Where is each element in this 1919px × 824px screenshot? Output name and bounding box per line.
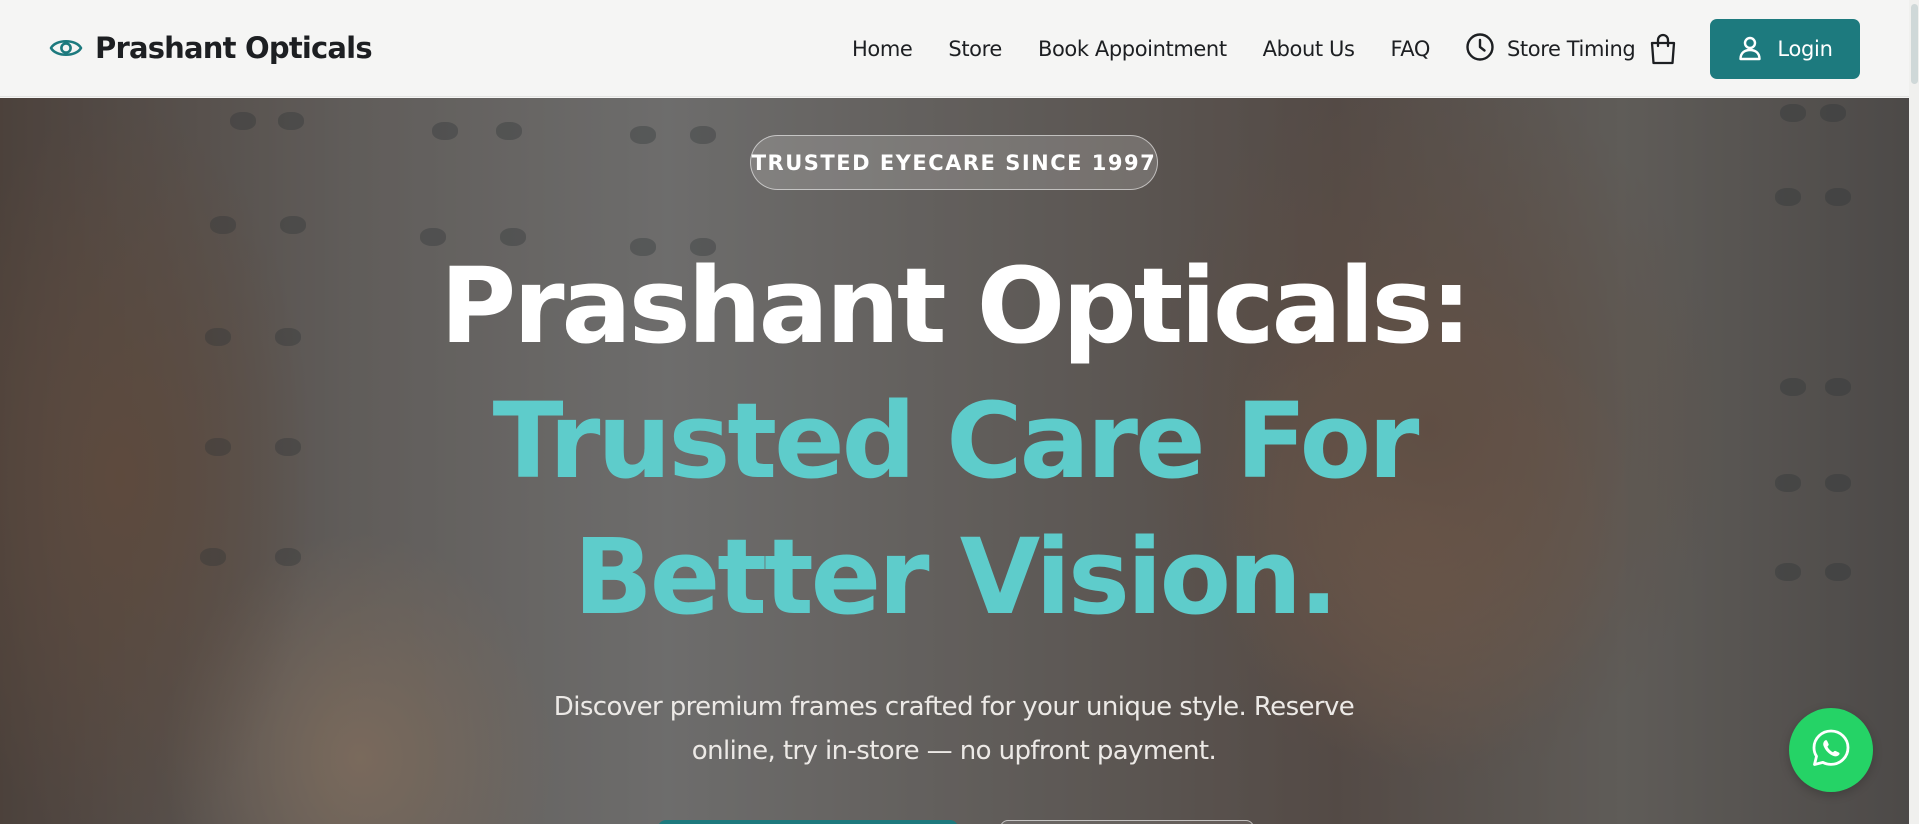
hero-subtext: Discover premium frames crafted for your…: [500, 685, 1408, 773]
eye-icon: [49, 35, 83, 61]
hero-primary-button[interactable]: [658, 820, 958, 824]
nav-link-store[interactable]: Store: [948, 37, 1002, 61]
hero-headline-line1: Prashant Opticals:: [440, 245, 1472, 367]
nav-link-faq[interactable]: FAQ: [1391, 37, 1431, 61]
page-scrollbar[interactable]: [1909, 0, 1919, 824]
store-timing-label: Store Timing: [1507, 37, 1636, 61]
hero-headline-line3: Better Vision.: [573, 516, 1338, 638]
user-icon: [1737, 35, 1763, 64]
hero-subtext-line1: Discover premium frames crafted for your…: [553, 692, 1355, 722]
login-label: Login: [1777, 37, 1833, 61]
nav-links: Home Store Book Appointment About Us FAQ: [852, 30, 1430, 68]
hero-badge: TRUSTED EYECARE SINCE 1997: [750, 135, 1158, 190]
nav-link-about-us[interactable]: About Us: [1263, 37, 1355, 61]
hero-secondary-button[interactable]: [1000, 820, 1254, 824]
navbar: Prashant Opticals Home Store Book Appoin…: [0, 0, 1909, 97]
page: Prashant Opticals Home Store Book Appoin…: [0, 0, 1919, 824]
nav-link-book-appointment[interactable]: Book Appointment: [1038, 37, 1227, 61]
nav-link-home[interactable]: Home: [852, 37, 913, 61]
whatsapp-icon: [1810, 727, 1852, 774]
shopping-bag-icon[interactable]: [1648, 32, 1678, 66]
hero-badge-text: TRUSTED EYECARE SINCE 1997: [751, 150, 1157, 175]
whatsapp-chat-button[interactable]: [1789, 708, 1873, 792]
hero-section: TRUSTED EYECARE SINCE 1997 Prashant Opti…: [0, 98, 1909, 824]
login-button[interactable]: Login: [1710, 19, 1860, 79]
brand-logo-link[interactable]: Prashant Opticals: [49, 28, 373, 68]
scrollbar-thumb[interactable]: [1911, 4, 1918, 84]
clock-icon: [1465, 32, 1495, 67]
hero-headline-line2: Trusted Care For: [492, 380, 1420, 502]
brand-name: Prashant Opticals: [95, 31, 373, 65]
hero-subtext-line2: online, try in-store — no upfront paymen…: [691, 736, 1217, 766]
store-timing-button[interactable]: Store Timing: [1465, 30, 1636, 68]
